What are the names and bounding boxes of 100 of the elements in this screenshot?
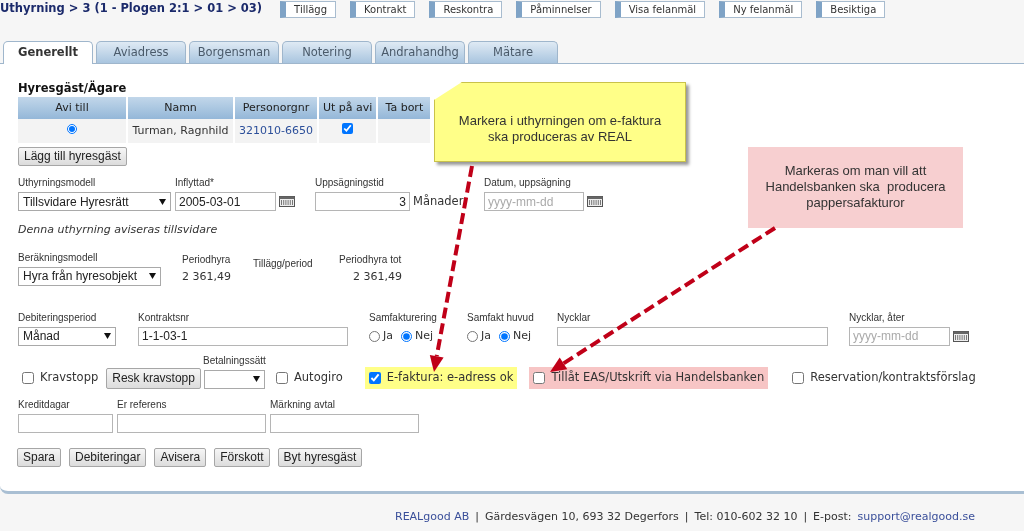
input-field[interactable] bbox=[270, 413, 419, 433]
column-header: Ut på avi bbox=[318, 97, 377, 120]
toolbar-button[interactable]: Visa felanmäl bbox=[614, 0, 706, 18]
column-header: Personorgnr bbox=[235, 97, 317, 120]
radio-button[interactable] bbox=[499, 330, 510, 342]
dropdown[interactable]: Hyra från hyresobjekt bbox=[18, 266, 161, 286]
calendar-icon[interactable] bbox=[279, 196, 295, 208]
footer-text: E-post: bbox=[813, 509, 852, 525]
date-field[interactable]: yyyy-mm-dd bbox=[484, 192, 584, 212]
caret-icon bbox=[252, 376, 260, 383]
dropdown[interactable]: Månad bbox=[18, 326, 116, 346]
toolbar-button[interactable]: Besiktiga bbox=[816, 0, 886, 18]
radio-button[interactable] bbox=[67, 124, 77, 134]
reset-button[interactable]: Resk kravstopp bbox=[106, 367, 201, 389]
breadcrumb: Uthyrning > 3 (1 - Plogen 2:1 > 01 > 03) bbox=[0, 0, 263, 18]
field-label: Uppsägningstid bbox=[315, 176, 384, 190]
checkbox[interactable] bbox=[533, 371, 546, 384]
checkbox-label: Tillåt EAS/Utskrift via Handelsbanken bbox=[551, 369, 765, 387]
action-button[interactable]: Byt hyresgäst bbox=[277, 447, 363, 467]
action-button[interactable]: Spara bbox=[17, 447, 62, 467]
option-label: Ja bbox=[481, 328, 491, 344]
field-label: Inflyttad* bbox=[175, 176, 214, 190]
field-label: Beräkningsmodell bbox=[18, 250, 98, 264]
field-label: Nycklar, åter bbox=[849, 310, 905, 324]
field-label: Samfakt huvud bbox=[467, 310, 534, 324]
field-label: Märkning avtal bbox=[270, 397, 336, 411]
footer-text: Tel: 010-602 32 10 bbox=[694, 509, 798, 525]
field-label: Er referens bbox=[117, 397, 167, 411]
footer-text: Gärdesvägen 10, 693 32 Degerfors bbox=[484, 509, 679, 525]
tab[interactable]: Borgensman bbox=[189, 41, 279, 63]
checkbox-label: Kravstopp bbox=[40, 369, 99, 387]
field-label: Tillägg/period bbox=[253, 256, 313, 270]
field-label: Kontraktsnr bbox=[138, 310, 190, 324]
date-field[interactable]: 2005-03-01 bbox=[175, 192, 276, 212]
action-button[interactable]: Förskott bbox=[214, 447, 270, 467]
checkbox[interactable] bbox=[22, 371, 34, 384]
dropdown[interactable]: Tillsvidare Hyresrätt bbox=[18, 192, 171, 212]
rent-value: 2 361,49 bbox=[182, 269, 231, 286]
calendar-icon[interactable] bbox=[953, 330, 969, 342]
date-field[interactable]: yyyy-mm-dd bbox=[849, 326, 950, 346]
checkbox[interactable] bbox=[275, 371, 288, 384]
column-header: Ta bort bbox=[378, 97, 431, 120]
table-cell: 321010-6650 bbox=[235, 119, 317, 144]
toolbar-button[interactable]: Ny felanmäl bbox=[719, 0, 803, 18]
field-label: Betalningssätt bbox=[202, 353, 266, 367]
radio-button[interactable] bbox=[401, 330, 412, 342]
separator: | bbox=[684, 509, 689, 525]
checkbox-label: E-faktura: e-adress ok bbox=[386, 369, 514, 387]
action-button[interactable]: Debiteringar bbox=[69, 447, 147, 467]
tab[interactable]: Mätare bbox=[468, 41, 558, 63]
field-label: Debiteringsperiod bbox=[18, 310, 97, 324]
input-field[interactable]: 3 bbox=[315, 192, 410, 212]
footer-link[interactable]: support@realgood.se bbox=[857, 509, 975, 526]
checkbox[interactable] bbox=[342, 123, 354, 134]
footer-link[interactable]: REALgood AB bbox=[395, 509, 470, 526]
input-field[interactable] bbox=[557, 326, 828, 346]
input-field[interactable]: 1-1-03-1 bbox=[138, 326, 348, 346]
toolbar-button[interactable]: Tillägg bbox=[280, 0, 337, 18]
input-field[interactable] bbox=[18, 413, 113, 433]
input-field[interactable] bbox=[117, 413, 266, 433]
separator: | bbox=[803, 509, 808, 525]
checkbox-label: Reservation/kontraktsförslag bbox=[810, 369, 976, 387]
action-button[interactable]: Avisera bbox=[154, 447, 207, 467]
radio-button[interactable] bbox=[369, 330, 380, 342]
checkbox[interactable] bbox=[792, 371, 805, 384]
tab[interactable]: Aviadress bbox=[96, 41, 186, 63]
add-tenant-button[interactable]: Lägg till hyresgäst bbox=[18, 147, 127, 167]
dropdown[interactable] bbox=[203, 369, 265, 389]
field-label: Samfakturering bbox=[369, 310, 437, 324]
checkbox[interactable] bbox=[368, 371, 381, 384]
checkbox-label: Autogiro bbox=[293, 369, 343, 387]
tab[interactable]: Notering bbox=[282, 41, 372, 63]
toolbar-button[interactable]: Påminnelser bbox=[516, 0, 601, 18]
toolbar-button[interactable]: Kontrakt bbox=[350, 0, 416, 18]
annotation-box: Markeras om man vill att Handelsbanken ska producera pappersafakturor bbox=[748, 147, 963, 228]
table-cell: Turman, Ragnhild bbox=[128, 119, 233, 144]
rent-total-value: 2 361,49 bbox=[353, 269, 402, 286]
field-label: Datum, uppsägning bbox=[484, 176, 571, 190]
tab[interactable]: Generellt bbox=[3, 41, 93, 64]
caret-icon bbox=[149, 273, 156, 280]
sticky-note: Markera i uthyrningen om e-faktura ska produceras av REAL bbox=[434, 82, 686, 162]
separator: | bbox=[475, 509, 479, 525]
caret-icon bbox=[104, 333, 111, 340]
caret-icon bbox=[159, 198, 166, 205]
option-label: Ja bbox=[383, 328, 393, 344]
toolbar-button[interactable]: Reskontra bbox=[429, 0, 503, 18]
column-header: Namn bbox=[128, 97, 233, 120]
calendar-icon[interactable] bbox=[587, 196, 603, 208]
radio-button[interactable] bbox=[467, 330, 478, 342]
column-header: Avi till bbox=[18, 97, 126, 120]
section-title: Hyresgäst/Ägare bbox=[18, 80, 128, 97]
option-label: Nej bbox=[513, 328, 532, 344]
field-label: Periodhyra tot bbox=[339, 253, 402, 267]
field-label: Kreditdagar bbox=[18, 397, 70, 411]
unit-label: Månader bbox=[413, 193, 464, 211]
field-label: Nycklar bbox=[557, 310, 591, 324]
option-label: Nej bbox=[415, 328, 434, 344]
info-text: Denna uthyrning aviseras tillsvidare bbox=[18, 222, 219, 239]
tab[interactable]: Andrahandhg bbox=[375, 41, 465, 63]
field-label: Periodhyra bbox=[182, 253, 231, 267]
